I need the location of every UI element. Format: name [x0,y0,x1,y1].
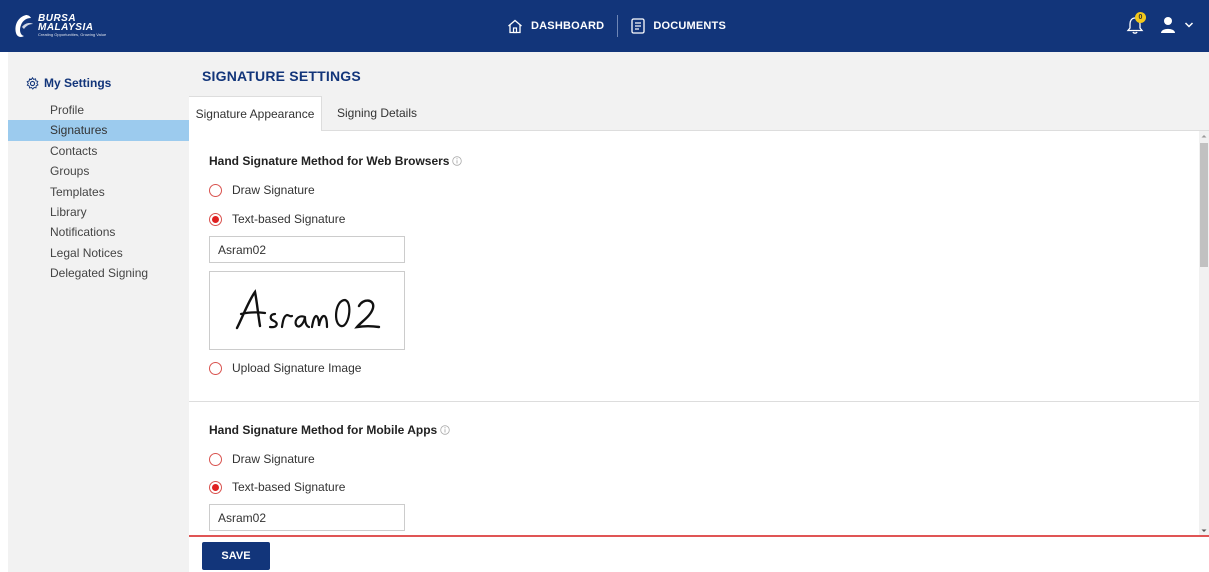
web-upload-label: Upload Signature Image [232,361,362,375]
mobile-section-heading: Hand Signature Method for Mobile Apps [209,423,1189,437]
sidebar-item-profile[interactable]: Profile [8,100,189,120]
web-option-text[interactable]: Text-based Signature [209,209,345,229]
nav-divider [617,15,619,37]
nav-dashboard[interactable]: DASHBOARD [507,19,604,34]
logo-line2: MALAYSIA [38,22,94,33]
sidebar-menu: Profile Signatures Contacts Groups Templ… [8,100,189,284]
scroll-up-arrow-icon[interactable] [1199,131,1209,141]
web-text-label: Text-based Signature [232,212,346,226]
mobile-text-label: Text-based Signature [232,480,346,494]
page-title: SIGNATURE SETTINGS [202,68,361,84]
content-scrollbar[interactable] [1199,131,1209,536]
sidebar-item-templates[interactable]: Templates [8,182,189,202]
mobile-text-radio[interactable] [209,480,222,494]
logo-tagline: Creating Opportunities, Growing Value [38,32,107,37]
scrollbar-thumb[interactable] [1200,143,1208,267]
nav-documents[interactable]: DOCUMENTS [631,18,726,34]
user-icon [1161,17,1175,33]
logo-text: BURSA MALAYSIA Creating Opportunities, G… [38,14,106,38]
web-signature-section: Hand Signature Method for Web Browsers D… [209,154,1189,375]
sidebar-item-groups[interactable]: Groups [8,161,189,181]
sidebar-title: My Settings [26,76,111,90]
top-navigation-bar: BURSA MALAYSIA Creating Opportunities, G… [0,0,1209,52]
tab-signature-appearance[interactable]: Signature Appearance [189,96,322,132]
notifications-button[interactable]: 0 [1126,12,1148,37]
nav-documents-label: DOCUMENTS [653,20,727,32]
sidebar-item-signatures[interactable]: Signatures [8,120,189,141]
sidebar-item-notifications[interactable]: Notifications [8,222,189,242]
sidebar-item-contacts[interactable]: Contacts [8,141,189,161]
info-icon[interactable] [452,156,463,166]
tab-bar: Signature Appearance Signing Details [189,96,1209,132]
sidebar-item-legal-notices[interactable]: Legal Notices [8,243,189,263]
chevron-down-icon [1184,22,1194,28]
mobile-section-title: Hand Signature Method for Mobile Apps [209,423,438,437]
mobile-option-text[interactable]: Text-based Signature [209,477,345,497]
web-text-radio[interactable] [209,212,222,226]
mobile-draw-label: Draw Signature [232,452,315,466]
nav-dashboard-label: DASHBOARD [531,20,605,32]
web-draw-label: Draw Signature [232,183,315,197]
web-signature-preview [209,271,405,350]
logo-mark-icon [15,15,33,37]
section-divider [189,401,1199,402]
mobile-signature-section: Hand Signature Method for Mobile Apps Dr… [209,423,1189,531]
mobile-option-draw[interactable]: Draw Signature [209,449,315,469]
notification-count-badge: 0 [1135,12,1146,23]
sidebar-item-delegated-signing[interactable]: Delegated Signing [8,263,189,283]
mobile-signature-text-input[interactable] [209,504,405,531]
mobile-draw-radio[interactable] [209,452,222,466]
web-upload-radio[interactable] [209,361,222,375]
web-option-upload[interactable]: Upload Signature Image [209,358,361,378]
home-icon [508,19,522,33]
handwritten-signature-image [235,288,381,329]
web-signature-text-input[interactable] [209,236,405,263]
main-nav: DASHBOARD DOCUMENTS [507,14,726,38]
document-icon [631,18,645,34]
settings-sidebar: My Settings Profile Signatures Contacts … [8,52,189,572]
page-header: SIGNATURE SETTINGS [189,52,1209,96]
web-section-title: Hand Signature Method for Web Browsers [209,154,450,168]
web-draw-radio[interactable] [209,183,222,197]
save-button[interactable]: SAVE [202,542,270,570]
sidebar-item-library[interactable]: Library [8,202,189,222]
web-section-heading: Hand Signature Method for Web Browsers [209,154,1189,168]
bursa-malaysia-logo[interactable]: BURSA MALAYSIA Creating Opportunities, G… [12,11,124,41]
web-option-draw[interactable]: Draw Signature [209,180,315,200]
signature-settings-content: Hand Signature Method for Web Browsers D… [189,131,1199,536]
info-icon[interactable] [440,425,450,435]
footer-divider [189,535,1209,537]
gear-icon [26,76,39,90]
user-menu[interactable] [1160,16,1194,34]
sidebar-title-label: My Settings [44,76,112,90]
tab-signing-details[interactable]: Signing Details [322,96,432,131]
